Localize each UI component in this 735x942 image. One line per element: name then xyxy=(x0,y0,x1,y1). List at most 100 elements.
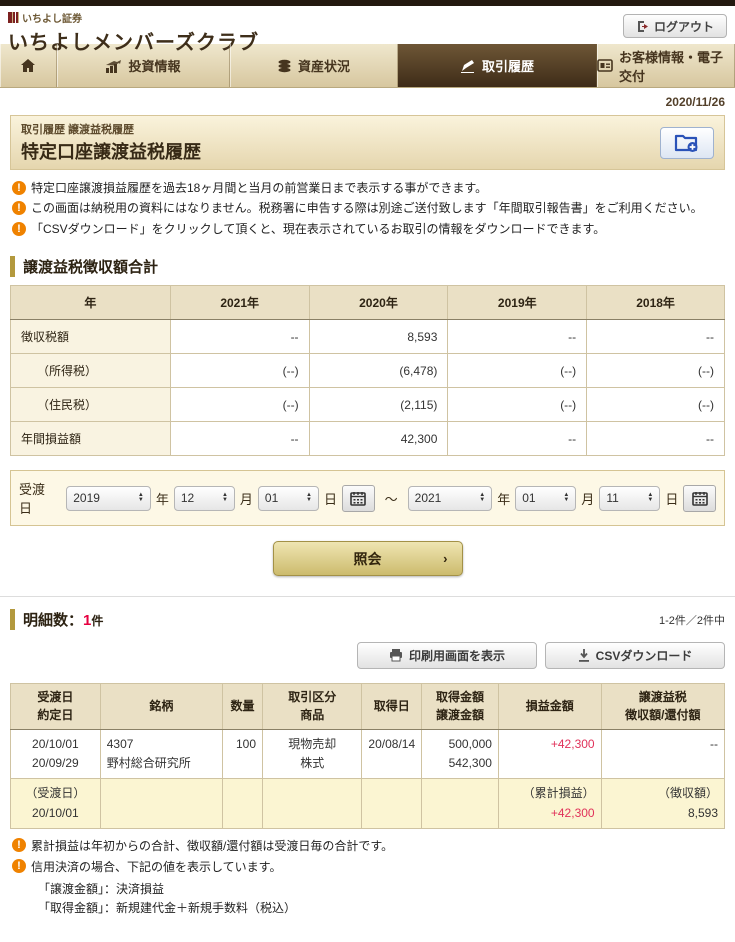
to-year-value: 2021 xyxy=(415,491,442,505)
unit-month: 月 xyxy=(240,489,253,508)
print-view-label: 印刷用画面を表示 xyxy=(409,647,505,664)
to-calendar-button[interactable] xyxy=(683,485,716,512)
print-view-button[interactable]: 印刷用画面を表示 xyxy=(357,642,537,669)
logout-label: ログアウト xyxy=(654,18,714,35)
from-month-value: 12 xyxy=(181,491,194,505)
cell-empty xyxy=(422,779,499,828)
cell-issue: 4307野村総合研究所 xyxy=(100,729,222,778)
select-arrows-icon: ▲▼ xyxy=(563,493,569,503)
main-nav: 投資情報 資産状況 取引履歴 お客様情報・電子交付 xyxy=(0,44,735,88)
bar-chart-icon xyxy=(105,59,122,73)
from-year-select[interactable]: 2019 ▲▼ xyxy=(66,486,151,511)
transactions-table: 受渡日約定日 銘柄 数量 取引区分商品 取得日 取得金額譲渡金額 損益金額 譲渡… xyxy=(10,683,725,829)
tab-assets-label: 資産状況 xyxy=(298,56,350,75)
col-trade-type: 取引区分商品 xyxy=(263,684,362,730)
from-day-value: 01 xyxy=(265,491,278,505)
select-arrows-icon: ▲▼ xyxy=(222,493,228,503)
tab-customer[interactable]: お客様情報・電子交付 xyxy=(597,44,735,87)
cell-value: 42,300 xyxy=(309,422,448,456)
notice-item: ! この画面は納税用の資料にはなりません。税務署に申告する際は別途ご送付致します… xyxy=(12,200,723,217)
page-title-bar: 取引履歴 譲渡益税履歴 特定口座譲渡益税履歴 xyxy=(10,115,725,170)
unit-month: 月 xyxy=(581,489,594,508)
tab-invest[interactable]: 投資情報 xyxy=(57,44,230,87)
cell-value: (--) xyxy=(170,354,309,388)
cell-value: (--) xyxy=(587,354,725,388)
chevron-right-icon: › xyxy=(443,551,447,566)
summary-section-title: 譲渡益税徴収額合計 xyxy=(10,256,725,277)
cell-subtotal-date: （受渡日）20/10/01 xyxy=(11,779,101,828)
unit-day: 日 xyxy=(665,489,678,508)
exclamation-icon: ! xyxy=(12,222,26,236)
calendar-icon xyxy=(350,491,366,506)
home-icon xyxy=(20,58,36,73)
cell-value: (--) xyxy=(170,388,309,422)
cell-empty xyxy=(223,779,263,828)
logout-button[interactable]: ログアウト xyxy=(623,14,727,38)
logout-icon xyxy=(636,20,649,33)
tab-invest-label: 投資情報 xyxy=(128,56,180,75)
tab-assets[interactable]: 資産状況 xyxy=(230,44,398,87)
col-acquisition-date: 取得日 xyxy=(362,684,422,730)
from-calendar-button[interactable] xyxy=(342,485,375,512)
cell-value: -- xyxy=(587,320,725,354)
col-2020: 2020年 xyxy=(309,286,448,320)
footnote-sub: 「譲渡金額」：決済損益 xyxy=(12,880,723,899)
col-settlement-date: 受渡日約定日 xyxy=(11,684,101,730)
from-month-select[interactable]: 12 ▲▼ xyxy=(174,486,235,511)
id-card-icon xyxy=(597,59,613,72)
cell-empty xyxy=(100,779,222,828)
brand-small-label: いちよし証券 xyxy=(22,10,82,25)
row-label: （住民税） xyxy=(11,388,171,422)
notice-text: この画面は納税用の資料にはなりません。税務署に申告する際は別途ご送付致します「年… xyxy=(31,200,703,217)
notice-item: ! 特定口座譲渡損益履歴を過去18ヶ月間と当月の前営業日まで表示する事ができます… xyxy=(12,180,723,197)
notice-item: ! 「CSVダウンロード」をクリックして頂くと、現在表示されているお取引の情報を… xyxy=(12,221,723,238)
from-day-select[interactable]: 01 ▲▼ xyxy=(258,486,319,511)
cell-profit-loss: +42,300 xyxy=(498,729,601,778)
action-buttons: 印刷用画面を表示 CSVダウンロード xyxy=(10,642,725,669)
row-label: 年間損益額 xyxy=(11,422,171,456)
from-year-value: 2019 xyxy=(73,491,100,505)
cell-quantity: 100 xyxy=(223,729,263,778)
select-arrows-icon: ▲▼ xyxy=(306,493,312,503)
to-day-value: 11 xyxy=(606,491,618,505)
inquiry-label: 照会 xyxy=(354,549,382,569)
download-icon xyxy=(578,649,590,662)
to-day-select[interactable]: 11 ▲▼ xyxy=(599,486,660,511)
title-block: 取引履歴 譲渡益税履歴 特定口座譲渡益税履歴 xyxy=(21,121,201,164)
details-section: 明細数：1件 1-2件／2件中 印刷用画面を表示 CSVダウンロード 受渡日約定… xyxy=(0,596,735,918)
pagination-info: 1-2件／2件中 xyxy=(659,612,725,630)
to-year-select[interactable]: 2021 ▲▼ xyxy=(408,486,493,511)
date-filter-bar: 受渡日 2019 ▲▼ 年 12 ▲▼ 月 01 ▲▼ 日 ～ 2021 ▲▼ … xyxy=(10,470,725,526)
col-quantity: 数量 xyxy=(223,684,263,730)
footnote-item: ! 信用決済の場合、下記の値を表示しています。 xyxy=(12,858,723,877)
unit-year: 年 xyxy=(156,489,169,508)
tax-summary-table: 年 2021年 2020年 2019年 2018年 徴収税額 -- 8,593 … xyxy=(10,285,725,456)
unit-year: 年 xyxy=(497,489,510,508)
page-title: 特定口座譲渡益税履歴 xyxy=(21,138,201,164)
current-date: 2020/11/26 xyxy=(0,88,735,115)
table-row: 徴収税額 -- 8,593 -- -- xyxy=(11,320,725,354)
to-month-select[interactable]: 01 ▲▼ xyxy=(515,486,576,511)
inquiry-button[interactable]: 照会 › xyxy=(273,541,463,576)
cell-empty xyxy=(362,779,422,828)
pen-hand-icon xyxy=(460,59,476,73)
row-label: （所得税） xyxy=(11,354,171,388)
calendar-icon xyxy=(692,491,708,506)
cell-value: -- xyxy=(170,422,309,456)
col-profit-loss: 損益金額 xyxy=(498,684,601,730)
select-arrows-icon: ▲▼ xyxy=(138,493,144,503)
footnote-text: 累計損益は年初からの合計、徴収額/還付額は受渡日毎の合計です。 xyxy=(31,837,393,856)
count-label: 明細数： xyxy=(23,612,83,629)
save-screen-button[interactable] xyxy=(660,127,714,159)
subtotal-row: （受渡日）20/10/01 （累計損益）+42,300 （徴収額）8,593 xyxy=(11,779,725,828)
cell-empty xyxy=(263,779,362,828)
tab-history[interactable]: 取引履歴 xyxy=(398,44,597,87)
col-2021: 2021年 xyxy=(170,286,309,320)
table-row: （住民税） (--) (2,115) (--) (--) xyxy=(11,388,725,422)
transactions-header-row: 受渡日約定日 銘柄 数量 取引区分商品 取得日 取得金額譲渡金額 損益金額 譲渡… xyxy=(11,684,725,730)
cell-value: -- xyxy=(448,320,587,354)
tab-home[interactable] xyxy=(0,44,57,87)
cell-amounts: 500,000542,300 xyxy=(422,729,499,778)
csv-download-button[interactable]: CSVダウンロード xyxy=(545,642,725,669)
cell-collected-tax: （徴収額）8,593 xyxy=(601,779,724,828)
